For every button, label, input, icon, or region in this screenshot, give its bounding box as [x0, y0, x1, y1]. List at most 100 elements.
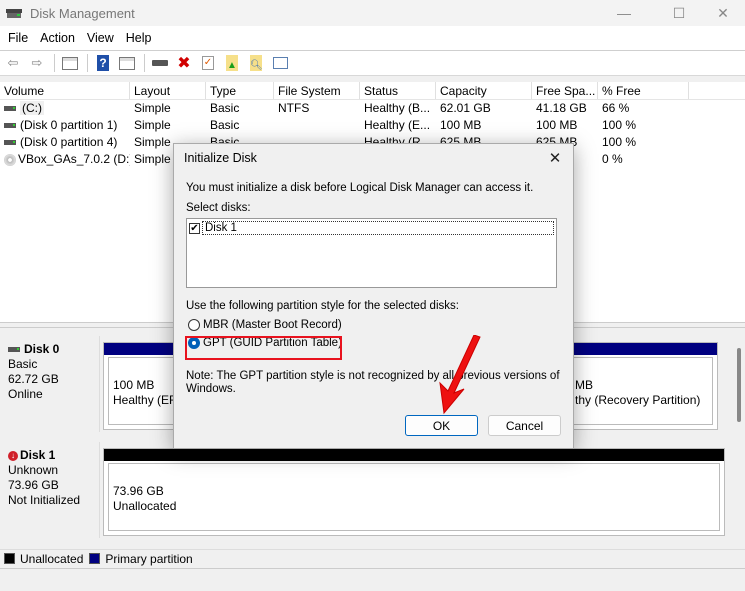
disk-1-row: ↓ Disk 1 Unknown 73.96 GB Not Initialized…: [0, 436, 735, 538]
back-button[interactable]: ⇦: [2, 53, 24, 73]
cell-file-system: [274, 117, 360, 134]
column-header-file-system[interactable]: File System: [274, 82, 360, 99]
show-hide-action-pane-button[interactable]: [116, 53, 138, 73]
dialog-buttons: OK Cancel: [395, 415, 561, 436]
disk-name: Disk 0: [24, 342, 60, 356]
close-button[interactable]: ✕: [700, 0, 745, 26]
dialog-title: Initialize Disk: [184, 151, 257, 165]
menu-file[interactable]: File: [4, 31, 36, 45]
back-icon: ⇦: [7, 55, 19, 70]
cell-volume: (Disk 0 partition 4): [0, 134, 130, 151]
properties-button[interactable]: ✓: [197, 53, 219, 73]
cell-percent-free: 66 %: [602, 101, 630, 115]
menu-view[interactable]: View: [83, 31, 122, 45]
ok-button[interactable]: OK: [405, 415, 478, 436]
menu-help[interactable]: Help: [122, 31, 160, 45]
drive-icon: [4, 140, 16, 146]
cell-capacity: 100 MB: [440, 118, 482, 132]
disk-list-item[interactable]: ✔ Disk 1: [189, 221, 554, 235]
menu-bar: File Action View Help: [0, 26, 745, 50]
toolbar-separator: [54, 54, 55, 72]
column-header-percent-free[interactable]: % Free: [598, 82, 689, 99]
cell-volume: (C:): [0, 100, 130, 117]
disk-size: 62.72 GB: [8, 372, 59, 386]
dialog-close-button[interactable]: ✕: [545, 148, 565, 168]
mbr-label: MBR (Master Boot Record): [203, 319, 342, 331]
initialize-disk-dialog: Initialize Disk ✕ You must initialize a …: [173, 143, 574, 449]
disk-select-list[interactable]: ✔ Disk 1: [186, 218, 557, 288]
cell-status: Healthy (E...: [364, 118, 431, 132]
forward-button[interactable]: ⇨: [26, 53, 48, 73]
disk-state: Online: [8, 387, 43, 401]
disk-list-item-label: Disk 1: [202, 221, 554, 235]
cell-volume: VBox_GAs_7.0.2 (D:): [0, 151, 130, 168]
forward-icon: ⇨: [31, 55, 43, 70]
cell-capacity: 62.01 GB: [440, 101, 491, 115]
drive-icon: [4, 123, 16, 129]
delete-icon: ✖: [177, 55, 191, 72]
dialog-title-bar: Initialize Disk ✕: [174, 144, 573, 172]
window-title: Disk Management: [30, 5, 135, 21]
disk-0-label[interactable]: Disk 0 Basic 62.72 GB Online: [2, 336, 100, 432]
disk-not-initialized-icon: ↓: [8, 450, 18, 461]
export-list-button[interactable]: ▲: [221, 53, 243, 73]
title-bar: Disk Management — ☐ ✕: [0, 0, 745, 26]
partition-style-label: Use the following partition style for th…: [186, 300, 459, 312]
mbr-radio[interactable]: [188, 319, 200, 331]
column-header-status[interactable]: Status: [360, 82, 436, 99]
disk-1-label[interactable]: ↓ Disk 1 Unknown 73.96 GB Not Initialized: [2, 442, 100, 538]
disk-state: Not Initialized: [8, 493, 81, 507]
column-header-empty: [689, 82, 745, 99]
volume-table-header: Volume Layout Type File System Status Ca…: [0, 82, 745, 100]
minimize-button[interactable]: —: [601, 0, 647, 26]
vertical-scrollbar[interactable]: [737, 348, 741, 422]
disk-1-checkbox[interactable]: ✔: [189, 222, 200, 234]
cell-type: Basic: [210, 101, 240, 115]
legend-label-unallocated: Unallocated: [20, 551, 84, 566]
maximize-icon: ☐: [672, 4, 686, 21]
disk-type: Unknown: [8, 463, 59, 477]
legend-swatch-unallocated: [4, 553, 15, 564]
column-header-volume[interactable]: Volume: [0, 82, 130, 99]
maximize-button[interactable]: ☐: [656, 0, 702, 26]
column-header-type[interactable]: Type: [206, 82, 274, 99]
cell-layout: Simple: [134, 101, 171, 115]
settings-button[interactable]: [269, 53, 291, 73]
unallocated-bar: [104, 449, 724, 461]
cell-percent-free: 0 %: [602, 152, 623, 166]
partition-recovery[interactable]: MB thy (Recovery Partition): [570, 357, 713, 425]
column-header-layout[interactable]: Layout: [130, 82, 206, 99]
cell-layout: Simple: [134, 118, 171, 132]
cell-file-system: NTFS: [278, 101, 310, 115]
delete-button[interactable]: ✖: [173, 53, 195, 73]
rescan-button[interactable]: 🔍︎: [245, 53, 267, 73]
column-header-capacity[interactable]: Capacity: [436, 82, 532, 99]
connect-drive-button[interactable]: [149, 53, 171, 73]
column-header-free-space[interactable]: Free Spa...: [532, 82, 598, 99]
partition-status: Unallocated: [113, 499, 177, 513]
legend-swatch-primary: [89, 553, 101, 564]
status-bar: [0, 568, 745, 591]
table-row[interactable]: (Disk 0 partition 1) Simple Basic Health…: [0, 117, 745, 134]
mbr-option[interactable]: MBR (Master Boot Record): [186, 316, 561, 334]
show-hide-console-tree-icon: [62, 56, 78, 70]
properties-icon: ✓: [202, 56, 214, 70]
cancel-button[interactable]: Cancel: [488, 415, 561, 436]
cell-free-space: 100 MB: [536, 118, 578, 132]
cell-status: Healthy (B...: [364, 101, 431, 115]
cell-type: Basic: [210, 118, 240, 132]
gpt-highlight-annotation: [185, 336, 342, 360]
cell-percent-free: 100 %: [602, 118, 637, 132]
disk-1-partitions: 73.96 GB Unallocated: [103, 448, 725, 536]
toolbar: ⇦ ⇨ ? ✖ ✓ ▲ 🔍︎: [0, 50, 745, 76]
table-row[interactable]: (C:) Simple Basic NTFS Healthy (B... 62.…: [0, 100, 745, 117]
legend: Unallocated Primary partition: [0, 549, 745, 567]
help-button[interactable]: ?: [92, 53, 114, 73]
partition-unallocated[interactable]: 73.96 GB Unallocated: [108, 463, 720, 531]
show-hide-console-tree-button[interactable]: [59, 53, 81, 73]
partition-size: 73.96 GB: [113, 484, 164, 498]
drive-icon: [4, 106, 16, 112]
disk-icon: [8, 347, 20, 353]
menu-action[interactable]: Action: [36, 31, 83, 45]
close-icon: ✕: [717, 4, 729, 21]
